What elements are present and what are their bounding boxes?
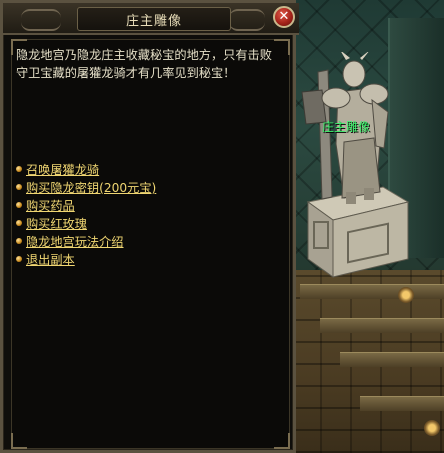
menu-item-label: 隐龙地宫玩法介绍 xyxy=(26,235,124,249)
menu-item-label: 退出副本 xyxy=(26,253,75,267)
bullet-icon xyxy=(16,202,22,208)
npc-dialog: 庄主雕像 ✕ 隐龙地宫乃隐龙庄主收藏秘宝的地方，只有击败守卫宝藏的屠獾龙骑才有几… xyxy=(0,0,299,453)
menu-item-guide[interactable]: 隐龙地宫玩法介绍 xyxy=(16,232,284,250)
menu-item-exit-dungeon[interactable]: 退出副本 xyxy=(16,250,284,268)
dragon-ornament-icon xyxy=(229,9,265,31)
menu-item-label: 召唤屠獾龙骑 xyxy=(26,163,100,177)
bullet-icon xyxy=(16,166,22,172)
menu-item-buy-rose[interactable]: 购买红玫瑰 xyxy=(16,214,284,232)
dialog-titlebar[interactable]: 庄主雕像 ✕ xyxy=(3,3,299,35)
npc-name-label: 庄主雕像 xyxy=(322,120,371,134)
stone-step xyxy=(340,352,444,367)
menu-item-label: 购买药品 xyxy=(26,199,75,213)
menu-item-buy-key[interactable]: 购买隐龙密钥(200元宝) xyxy=(16,178,284,196)
frame-corner xyxy=(274,433,290,449)
stone-step xyxy=(360,396,444,411)
dialog-menu: 召唤屠獾龙骑 购买隐龙密钥(200元宝) 购买药品 购买红玫瑰 隐龙地宫玩法介绍… xyxy=(16,160,284,268)
bullet-icon xyxy=(16,184,22,190)
statue-npc[interactable] xyxy=(288,52,418,282)
lantern-icon xyxy=(398,287,414,303)
menu-item-buy-potions[interactable]: 购买药品 xyxy=(16,196,284,214)
close-button[interactable]: ✕ xyxy=(273,6,295,28)
frame-corner xyxy=(11,433,27,449)
bullet-icon xyxy=(16,220,22,226)
dialog-body: 隐龙地宫乃隐龙庄主收藏秘宝的地方，只有击败守卫宝藏的屠獾龙骑才有几率见到秘宝！ … xyxy=(11,39,290,449)
bullet-icon xyxy=(16,256,22,262)
title-plate: 庄主雕像 xyxy=(77,7,231,31)
bullet-icon xyxy=(16,238,22,244)
menu-item-label: 购买隐龙密钥(200元宝) xyxy=(26,181,157,195)
npc-description: 隐龙地宫乃隐龙庄主收藏秘宝的地方，只有击败守卫宝藏的屠獾龙骑才有几率见到秘宝！ xyxy=(16,48,272,80)
dragon-ornament-icon xyxy=(21,9,61,31)
dialog-title: 庄主雕像 xyxy=(125,13,182,29)
lantern-icon xyxy=(424,420,440,436)
menu-item-summon[interactable]: 召唤屠獾龙骑 xyxy=(16,160,284,178)
close-icon: ✕ xyxy=(278,9,290,24)
menu-item-label: 购买红玫瑰 xyxy=(26,217,87,231)
stone-step xyxy=(320,318,444,333)
stone-step xyxy=(300,284,444,299)
